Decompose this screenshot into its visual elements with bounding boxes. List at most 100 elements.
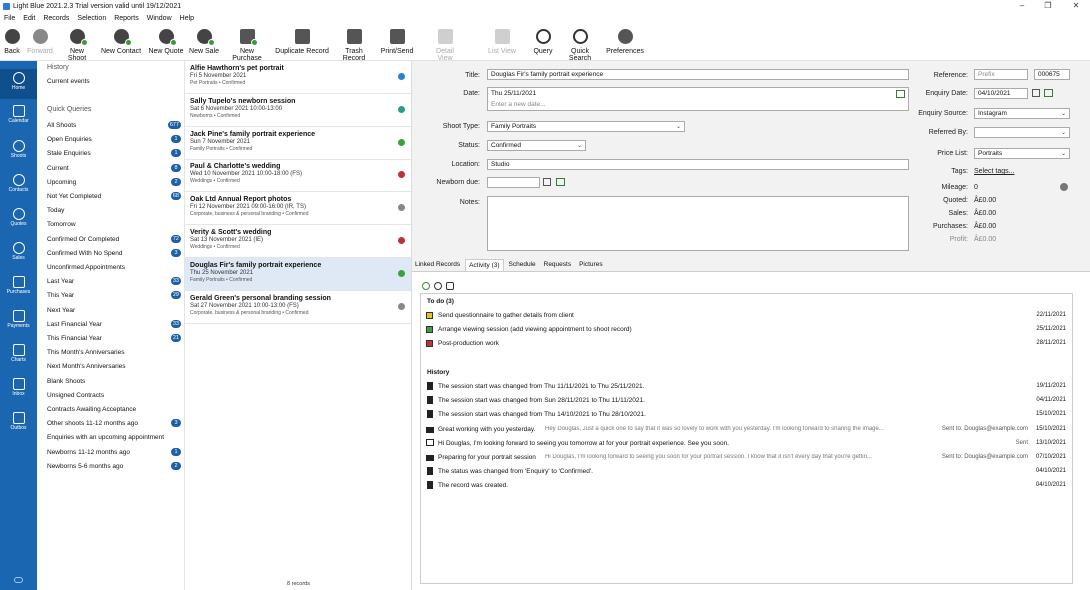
close-icon[interactable]: ✕ (1064, 0, 1088, 12)
quick-query-item[interactable]: Tomorrow (47, 221, 181, 228)
gear-icon[interactable] (446, 282, 454, 290)
todo-row[interactable]: Send questionnaire to gather details fro… (425, 310, 1068, 322)
quick-query-item[interactable]: Confirmed With No Spend 3 (47, 248, 181, 257)
todo-checkbox[interactable] (426, 312, 433, 319)
history-row[interactable]: The session start was changed from Sun 2… (425, 395, 1068, 407)
list-view-button[interactable]: List View (488, 29, 516, 59)
back-button[interactable]: Back (2, 29, 22, 59)
new-date-placeholder[interactable]: Enter a new date... (491, 101, 546, 108)
reference-number-field[interactable]: 000675 (1034, 69, 1070, 80)
record-row[interactable]: Douglas Fir's family portrait experience… (185, 257, 411, 291)
enquiry-source-select[interactable]: Instagram ⌄ (974, 108, 1070, 119)
nav-home[interactable]: Home (0, 69, 37, 99)
menu-help[interactable]: Help (180, 15, 194, 22)
enquiry-date-field[interactable]: 04/10/2021 (974, 88, 1028, 99)
quick-query-item[interactable]: Newborns 5-6 months ago 2 (47, 461, 181, 470)
chevron-right-icon[interactable] (1060, 183, 1068, 191)
quick-query-item[interactable]: Upcoming 2 (47, 177, 181, 186)
quick-search-button[interactable]: Quick Search (560, 29, 600, 62)
add-date-icon[interactable] (1044, 89, 1053, 97)
nav-contacts[interactable]: Contacts (0, 174, 37, 193)
nav-purchases[interactable]: Purchases (0, 276, 37, 295)
remove-activity-icon[interactable] (434, 282, 442, 290)
history-row[interactable]: The record was created. 04/10/2021 (425, 480, 1068, 492)
price-list-select[interactable]: Portraits ⌄ (974, 148, 1070, 159)
shoot-type-select[interactable]: Family Portraits ⌄ (487, 121, 685, 132)
query-button[interactable]: Query (533, 29, 553, 59)
quick-query-item[interactable]: All Shoots 677 (47, 121, 181, 129)
quick-query-item[interactable]: Next Year (47, 307, 181, 314)
status-select[interactable]: Confirmed ⌄ (487, 140, 586, 151)
tab-schedule[interactable]: Schedule (506, 259, 539, 271)
date-entry[interactable]: Thu 25/11/2021 (491, 90, 536, 97)
nav-inbox[interactable]: Inbox (0, 378, 37, 397)
quick-query-item[interactable]: Open Enquiries 1 (47, 135, 181, 144)
nav-quotes[interactable]: Quotes (0, 208, 37, 227)
date-list[interactable]: Thu 25/11/2021 Enter a new date... (487, 87, 909, 111)
nav-payments[interactable]: Payments (0, 310, 37, 329)
tab-requests[interactable]: Requests (541, 259, 574, 271)
record-row[interactable]: Sally Tupelo's newborn session Sat 6 Nove… (185, 94, 411, 127)
quick-query-item[interactable]: Newborns 11-12 months ago 1 (47, 447, 181, 456)
record-row[interactable]: Alfie Hawthorn's pet portrait Fri 5 Novem… (185, 61, 411, 94)
todo-row[interactable]: Arrange viewing session (add viewing app… (425, 324, 1068, 336)
title-field[interactable]: Douglas Fir's family portrait experience (487, 69, 909, 80)
duplicate-record-button[interactable]: Duplicate Record (275, 29, 329, 59)
menu-reports[interactable]: Reports (114, 15, 139, 22)
new-quote-button[interactable]: New Quote (148, 29, 184, 59)
quick-query-item[interactable]: Stale Enquiries 1 (47, 149, 181, 158)
tab-pictures[interactable]: Pictures (576, 259, 605, 271)
reference-prefix-field[interactable]: Prefix (974, 69, 1028, 80)
record-row[interactable]: Oak Ltd Annual Report photos Fri 12 Novem… (185, 192, 411, 226)
select-tags-link[interactable]: Select tags... (974, 168, 1014, 175)
trash-record-button[interactable]: Trash Record (334, 29, 374, 62)
record-row[interactable]: Jack Pine's family portrait experience Su… (185, 127, 411, 160)
record-row[interactable]: Verity & Scott's wedding Sat 13 November … (185, 225, 411, 258)
todo-checkbox[interactable] (426, 340, 433, 348)
detail-view-button[interactable]: Detail View (428, 29, 462, 62)
nav-calendar[interactable]: Calendar (0, 105, 37, 124)
nav-outbox[interactable]: Outbox (0, 412, 37, 431)
quick-query-item[interactable]: Unsigned Contracts (47, 392, 181, 399)
quick-query-item[interactable]: Enquiries with an upcoming appointment (47, 434, 181, 441)
history-row[interactable]: The session start was changed from Thu 1… (425, 409, 1068, 421)
quick-query-item[interactable]: Other shoots 11-12 months ago 3 (47, 419, 181, 428)
history-row[interactable]: Hi Douglas, I'm looking forward to seein… (425, 438, 1068, 450)
quick-query-item[interactable]: Blank Shoots (47, 378, 181, 385)
tab-activity[interactable]: Activity (3) (465, 259, 504, 271)
tab-linked-records[interactable]: Linked Records (412, 259, 463, 271)
preferences-button[interactable]: Preferences (606, 29, 644, 59)
quick-query-item[interactable]: Contracts Awaiting Acceptance (47, 406, 181, 413)
menu-records[interactable]: Records (43, 15, 69, 22)
menu-window[interactable]: Window (147, 15, 172, 22)
maximize-icon[interactable]: ❐ (1036, 0, 1060, 12)
query-current-events[interactable]: Current events (47, 78, 181, 85)
notes-field[interactable] (487, 196, 909, 251)
menu-edit[interactable]: Edit (23, 15, 35, 22)
history-row[interactable]: The session start was changed from Thu 1… (425, 381, 1068, 393)
calendar-picker-icon[interactable] (1032, 89, 1040, 97)
location-field[interactable]: Studio (487, 159, 909, 170)
menu-selection[interactable]: Selection (77, 15, 106, 22)
print-send-button[interactable]: Print/Send (380, 29, 414, 59)
todo-row[interactable]: Post-production work 28/11/2021 (425, 338, 1068, 350)
quick-query-item[interactable]: Last Year 33 (47, 277, 181, 286)
new-shoot-button[interactable]: New Shoot (60, 29, 94, 62)
add-activity-icon[interactable] (422, 282, 430, 290)
quick-query-item[interactable]: This Year 29 (47, 291, 181, 300)
minimize-icon[interactable]: – (1010, 0, 1034, 12)
record-row[interactable]: Paul & Charlotte's wedding Wed 10 Novembe… (185, 159, 411, 193)
referred-by-select[interactable]: ⌄ (974, 127, 1070, 138)
new-sale-button[interactable]: New Sale (189, 29, 219, 59)
quick-query-item[interactable]: Last Financial Year 33 (47, 319, 181, 328)
history-row[interactable]: The status was changed from 'Enquiry' to… (425, 466, 1068, 478)
quick-query-item[interactable]: This Month's Anniversaries (47, 349, 181, 356)
menu-file[interactable]: File (4, 15, 15, 22)
nav-shoots[interactable]: Shoots (0, 140, 37, 159)
quick-query-item[interactable]: Unconfirmed Appointments (47, 264, 181, 271)
quick-query-item[interactable]: Confirmed Or Completed 72 (47, 234, 181, 243)
nav-charts[interactable]: Charts (0, 344, 37, 363)
newborn-due-field[interactable] (487, 177, 540, 188)
nav-sales[interactable]: Sales (0, 242, 37, 261)
forward-button[interactable]: Forward (27, 29, 53, 59)
